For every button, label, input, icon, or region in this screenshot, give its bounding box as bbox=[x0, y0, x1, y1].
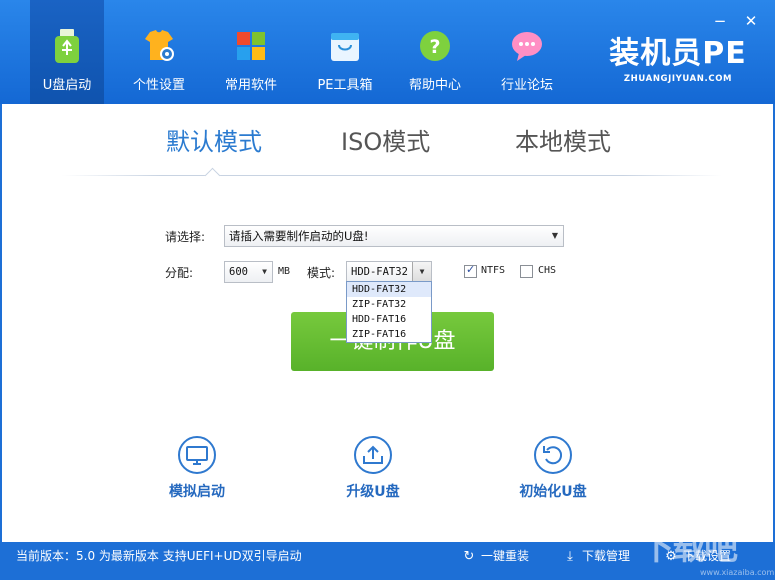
download-manager-button[interactable]: ⤓ 下载管理 bbox=[562, 547, 630, 564]
alloc-size-value: 600 bbox=[229, 266, 248, 278]
dropdown-option[interactable]: HDD-FAT16 bbox=[347, 312, 431, 327]
chs-label: CHS bbox=[538, 265, 557, 276]
main-panel: 默认模式 ISO模式 本地模式 请选择: 请插入需要制作启动的U盘! ▼ 分配:… bbox=[2, 104, 773, 542]
format-mode-select[interactable]: HDD-FAT32 ▼ bbox=[346, 261, 432, 283]
tshirt-gear-icon bbox=[145, 30, 174, 61]
ntfs-label: NTFS bbox=[481, 265, 506, 276]
chat-bubble-icon bbox=[512, 32, 542, 61]
format-mode-value: HDD-FAT32 bbox=[351, 266, 408, 278]
chevron-down-icon[interactable]: ▼ bbox=[412, 262, 431, 282]
tab-local-mode[interactable]: 本地模式 bbox=[515, 122, 611, 157]
tab-default-mode[interactable]: 默认模式 bbox=[166, 122, 262, 157]
brand-url: ZHUANGJIYUAN.COM bbox=[623, 74, 733, 84]
toolbox-bag-icon bbox=[331, 33, 359, 61]
nav-pe-toolbox[interactable]: PE工具箱 bbox=[305, 0, 385, 104]
upgrade-usb-label: 升级U盘 bbox=[346, 484, 400, 500]
brand-logo: 装机员PE ZHUANGJIYUAN.COM bbox=[598, 36, 758, 85]
minimize-button[interactable]: − bbox=[711, 12, 729, 30]
initialize-usb-button[interactable]: 初始化U盘 bbox=[498, 436, 608, 501]
nav-usb-boot-label: U盘启动 bbox=[42, 78, 92, 93]
watermark-url: www.xiazaiba.com bbox=[700, 568, 775, 577]
ntfs-checkbox[interactable]: ✓ bbox=[464, 263, 477, 278]
help-icon: ? bbox=[420, 31, 450, 61]
tiles-icon bbox=[237, 32, 265, 60]
dropdown-option[interactable]: HDD-FAT32 bbox=[347, 282, 431, 297]
tab-divider bbox=[62, 175, 722, 176]
action-circle bbox=[178, 436, 216, 474]
nav-forum-label: 行业论坛 bbox=[500, 78, 553, 93]
close-button[interactable]: ✕ bbox=[742, 12, 760, 30]
dropdown-option[interactable]: ZIP-FAT16 bbox=[347, 327, 431, 342]
nav-forum[interactable]: 行业论坛 bbox=[490, 0, 564, 104]
reinstall-label: 一键重装 bbox=[481, 549, 530, 563]
format-mode-dropdown: HDD-FAT32 ZIP-FAT32 HDD-FAT16 ZIP-FAT16 bbox=[346, 281, 432, 343]
monitor-icon bbox=[186, 446, 208, 465]
checkmark-icon: ✓ bbox=[466, 263, 476, 276]
usb-drive-icon bbox=[55, 29, 79, 63]
dropdown-option[interactable]: ZIP-FAT32 bbox=[347, 297, 431, 312]
brand-name: 装机员PE bbox=[609, 36, 747, 71]
download-manager-label: 下载管理 bbox=[582, 549, 631, 563]
action-circle bbox=[354, 436, 392, 474]
chevron-down-icon: ▼ bbox=[262, 267, 267, 276]
drive-select-label: 请选择: bbox=[165, 230, 206, 244]
refresh-icon: ↻ bbox=[463, 549, 475, 564]
initialize-usb-label: 初始化U盘 bbox=[519, 484, 587, 500]
header-bar: U盘启动 个性设置 常用软件 PE工具箱 ? 帮助中心 行业论坛 装机员PE Z… bbox=[0, 0, 775, 104]
nav-personal-settings[interactable]: 个性设置 bbox=[122, 0, 196, 104]
active-tab-caret bbox=[204, 167, 221, 184]
chs-checkbox[interactable] bbox=[520, 265, 533, 278]
one-click-reinstall-button[interactable]: ↻ 一键重装 bbox=[461, 547, 529, 564]
drive-select[interactable]: 请插入需要制作启动的U盘! ▼ bbox=[224, 225, 564, 247]
nav-common-software[interactable]: 常用软件 bbox=[214, 0, 288, 104]
reset-arrow-icon bbox=[543, 446, 563, 465]
nav-common-software-label: 常用软件 bbox=[224, 78, 277, 93]
nav-help-center-label: 帮助中心 bbox=[408, 78, 461, 93]
simulate-boot-label: 模拟启动 bbox=[169, 484, 225, 500]
download-icon: ⤓ bbox=[567, 549, 573, 564]
action-circle bbox=[534, 436, 572, 474]
nav-usb-boot[interactable]: U盘启动 bbox=[30, 0, 104, 104]
nav-pe-toolbox-label: PE工具箱 bbox=[317, 78, 373, 93]
upgrade-usb-button[interactable]: 升级U盘 bbox=[318, 436, 428, 501]
watermark: 下载吧 www.xiazaiba.com bbox=[640, 520, 775, 580]
alloc-size-select[interactable]: 600 ▼ bbox=[224, 261, 273, 283]
alloc-unit: MB bbox=[278, 266, 291, 277]
simulate-boot-button[interactable]: 模拟启动 bbox=[142, 436, 252, 501]
watermark-text: 下载吧 bbox=[640, 528, 738, 568]
mode-label: 模式: bbox=[307, 266, 336, 280]
svg-text:?: ? bbox=[429, 36, 440, 58]
version-text: 当前版本：5.0 为最新版本 支持UEFI+UD双引导启动 bbox=[16, 549, 302, 563]
drive-select-value: 请插入需要制作启动的U盘! bbox=[229, 229, 369, 243]
nav-personal-settings-label: 个性设置 bbox=[132, 78, 185, 93]
upload-tray-icon bbox=[363, 445, 383, 464]
tab-iso-mode[interactable]: ISO模式 bbox=[341, 122, 430, 157]
alloc-label: 分配: bbox=[165, 266, 194, 280]
nav-help-center[interactable]: ? 帮助中心 bbox=[398, 0, 472, 104]
chevron-down-icon: ▼ bbox=[551, 231, 558, 240]
